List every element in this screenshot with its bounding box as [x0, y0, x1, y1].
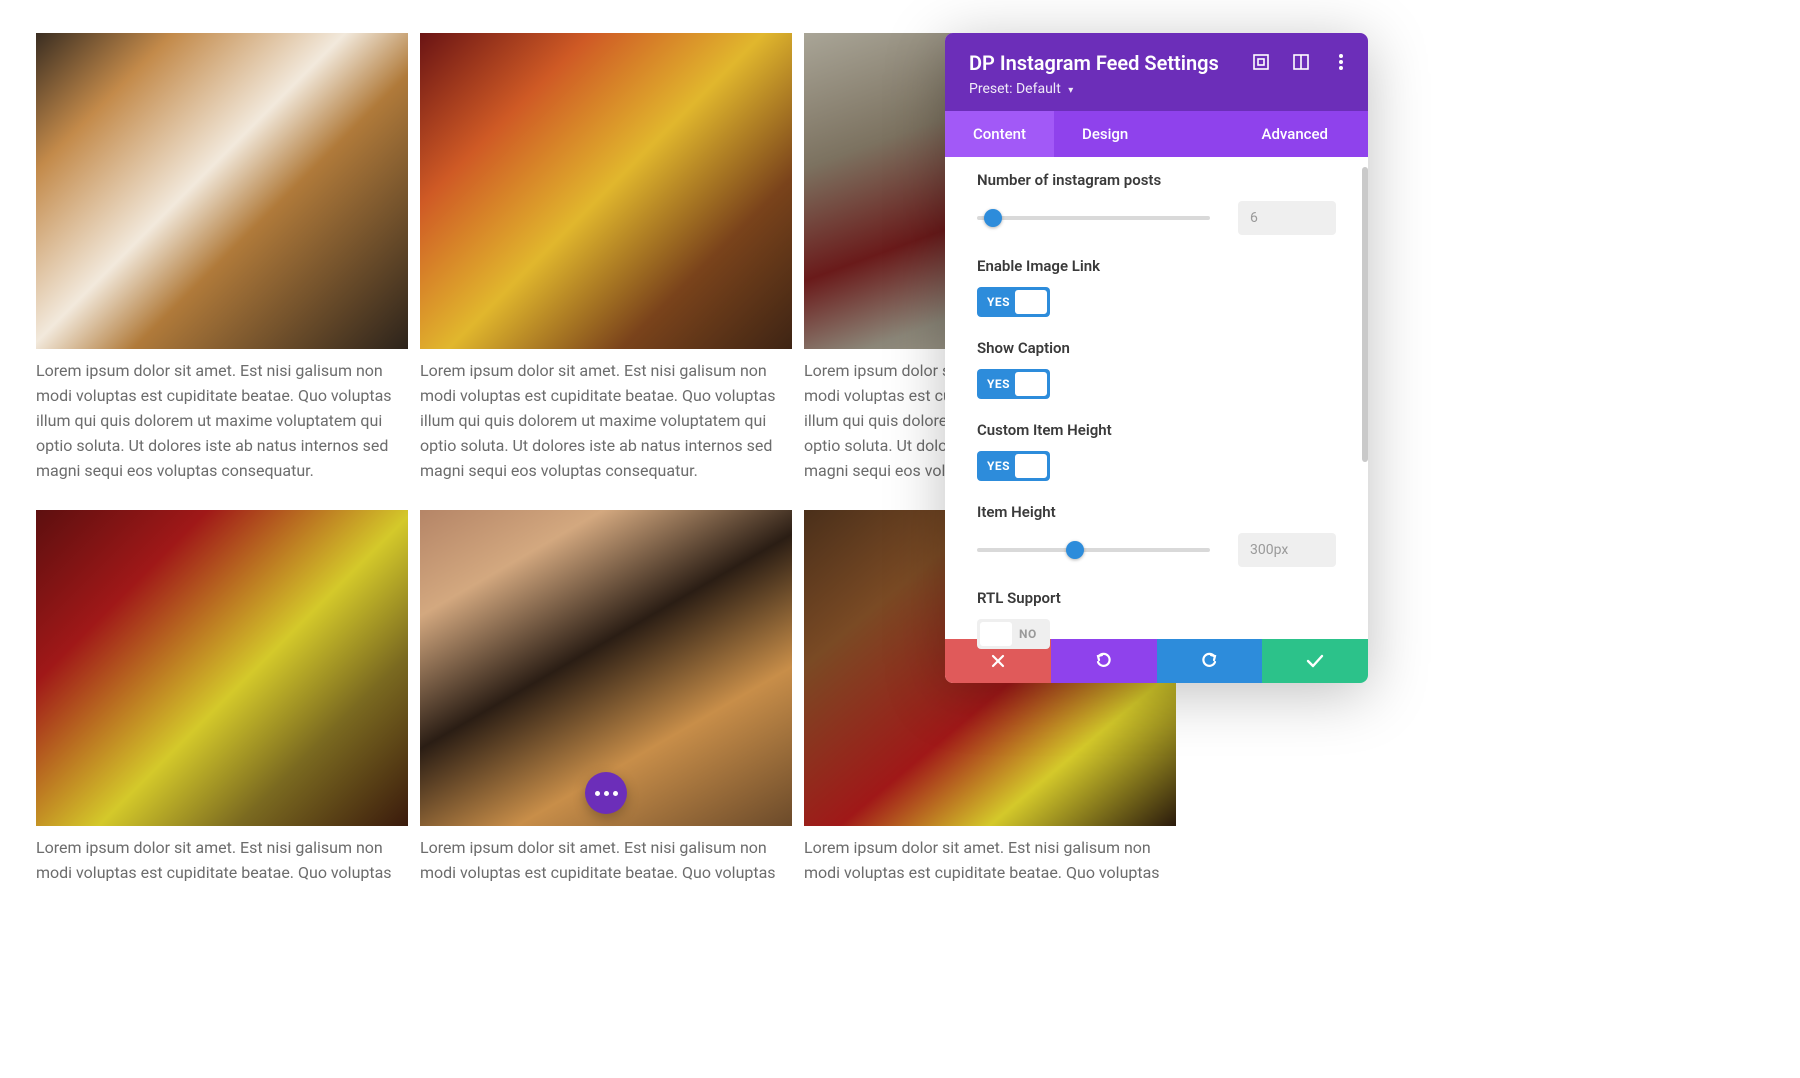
- expand-icon[interactable]: [1252, 53, 1270, 71]
- show-caption-toggle[interactable]: YES: [977, 369, 1050, 399]
- preset-selector[interactable]: Preset: Default ▾: [969, 81, 1344, 97]
- scrollbar[interactable]: [1362, 167, 1368, 462]
- field-label: Show Caption: [977, 339, 1336, 357]
- item-height-value[interactable]: 300px: [1238, 533, 1336, 567]
- feed-image[interactable]: [36, 510, 408, 826]
- tab-advanced[interactable]: Advanced: [1234, 111, 1368, 157]
- item-height-slider[interactable]: [977, 548, 1210, 552]
- kebab-icon[interactable]: [1332, 53, 1350, 71]
- field-label: RTL Support: [977, 589, 1336, 607]
- enable-link-toggle[interactable]: YES: [977, 287, 1050, 317]
- field-label: Enable Image Link: [977, 257, 1336, 275]
- feed-caption: Lorem ipsum dolor sit amet. Est nisi gal…: [804, 826, 1176, 900]
- responsive-icon[interactable]: [1292, 53, 1310, 71]
- num-posts-value[interactable]: 6: [1238, 201, 1336, 235]
- field-rtl: RTL Support NO: [945, 589, 1368, 671]
- settings-panel: DP Instagram Feed Settings Preset: Defau…: [945, 33, 1368, 683]
- toggle-knob: [980, 622, 1012, 646]
- feed-caption: Lorem ipsum dolor sit amet. Est nisi gal…: [420, 349, 792, 498]
- rtl-toggle[interactable]: NO: [977, 619, 1050, 649]
- feed-image[interactable]: [420, 33, 792, 349]
- header-icons: [1252, 53, 1350, 71]
- feed-caption: Lorem ipsum dolor sit amet. Est nisi gal…: [36, 826, 408, 900]
- slider-thumb[interactable]: [1066, 541, 1084, 559]
- settings-tabs: Content Design Advanced: [945, 111, 1368, 157]
- field-label: Item Height: [977, 503, 1336, 521]
- num-posts-slider[interactable]: [977, 216, 1210, 220]
- feed-item: Lorem ipsum dolor sit amet. Est nisi gal…: [420, 33, 792, 498]
- feed-item: Lorem ipsum dolor sit amet. Est nisi gal…: [36, 510, 408, 900]
- field-custom-height: Custom Item Height YES: [945, 421, 1368, 503]
- instagram-feed-grid: Lorem ipsum dolor sit amet. Est nisi gal…: [0, 0, 1800, 900]
- toggle-knob: [1015, 454, 1047, 478]
- tab-content[interactable]: Content: [945, 111, 1054, 157]
- field-num-posts: Number of instagram posts 6: [945, 171, 1368, 257]
- field-label: Custom Item Height: [977, 421, 1336, 439]
- field-item-height: Item Height 300px: [945, 503, 1368, 589]
- panel-header: DP Instagram Feed Settings Preset: Defau…: [945, 33, 1368, 111]
- feed-image[interactable]: [36, 33, 408, 349]
- caret-down-icon: ▾: [1068, 85, 1073, 96]
- panel-body: Number of instagram posts 6 Enable Image…: [945, 157, 1368, 639]
- feed-item: Lorem ipsum dolor sit amet. Est nisi gal…: [420, 510, 792, 900]
- slider-thumb[interactable]: [984, 209, 1002, 227]
- floating-action-button[interactable]: [585, 772, 627, 814]
- custom-height-toggle[interactable]: YES: [977, 451, 1050, 481]
- tab-design[interactable]: Design: [1054, 111, 1156, 157]
- toggle-knob: [1015, 372, 1047, 396]
- field-show-caption: Show Caption YES: [945, 339, 1368, 421]
- feed-item: Lorem ipsum dolor sit amet. Est nisi gal…: [36, 33, 408, 498]
- dots-icon: [595, 791, 600, 796]
- toggle-knob: [1015, 290, 1047, 314]
- feed-caption: Lorem ipsum dolor sit amet. Est nisi gal…: [420, 826, 792, 900]
- feed-caption: Lorem ipsum dolor sit amet. Est nisi gal…: [36, 349, 408, 498]
- field-enable-link: Enable Image Link YES: [945, 257, 1368, 339]
- field-label: Number of instagram posts: [977, 171, 1336, 189]
